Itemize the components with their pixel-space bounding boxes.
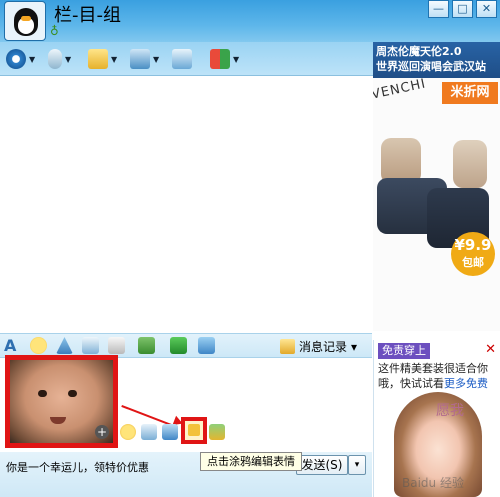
doodle-image-thumbnail[interactable]: + <box>5 355 118 448</box>
conversation-area[interactable] <box>0 77 372 332</box>
ad-overlay-text: 愿我 <box>436 403 464 419</box>
minimize-button[interactable]: — <box>428 0 449 18</box>
ad-tag: 免责穿上 <box>378 343 430 359</box>
boot-image <box>453 140 487 188</box>
image-icon[interactable] <box>138 337 155 354</box>
maximize-button[interactable]: □ <box>452 0 473 18</box>
apps-button[interactable]: ▼ <box>210 47 239 71</box>
history-icon <box>280 339 295 354</box>
doodle-icon <box>188 424 200 436</box>
chevron-down-icon: ▼ <box>111 54 118 64</box>
webcam-icon <box>6 49 26 69</box>
status-icon: ♁ <box>50 24 59 38</box>
chevron-down-icon: ▾ <box>351 339 358 354</box>
ad-tag: 米折网 <box>442 82 498 104</box>
avatar[interactable] <box>4 1 46 41</box>
send-button[interactable]: 发送(S) <box>296 455 348 475</box>
music-icon[interactable] <box>170 337 187 354</box>
share-screen-button[interactable] <box>172 47 192 71</box>
screen-icon[interactable] <box>162 424 178 440</box>
emoji-add-icon[interactable] <box>120 424 136 440</box>
chevron-down-icon: ▼ <box>233 54 240 64</box>
picture-icon[interactable] <box>209 424 225 440</box>
chevron-down-icon: ▼ <box>65 54 72 64</box>
ad-link[interactable]: 更多免费 <box>444 377 488 390</box>
voice-call-button[interactable]: ▼ <box>48 47 71 71</box>
remote-assist-button[interactable]: ▼ <box>130 47 159 71</box>
monitor-icon <box>130 49 150 69</box>
doodle-edit-button[interactable] <box>181 417 207 444</box>
ad-brand: VENCHI <box>373 78 428 103</box>
nudge-icon[interactable] <box>56 337 73 354</box>
chevron-down-icon: ▼ <box>153 54 160 64</box>
folder-icon <box>88 49 108 69</box>
send-options-button[interactable]: ▾ <box>348 455 366 475</box>
screen-share-icon <box>172 49 192 69</box>
chevron-down-icon: ▼ <box>29 54 36 64</box>
watermark: Baidu 经验 <box>402 476 464 490</box>
window-title: 栏-目-组 <box>54 5 121 26</box>
tooltip: 点击涂鸦编辑表情 <box>200 452 302 471</box>
price-badge: ¥9.9 包邮 <box>451 232 495 276</box>
voice-message-icon[interactable] <box>82 337 99 354</box>
message-history-button[interactable]: 消息记录 ▾ <box>280 337 357 356</box>
zoom-icon[interactable]: + <box>95 425 109 439</box>
apps-grid-icon <box>210 49 230 69</box>
send-file-button[interactable]: ▼ <box>88 47 117 71</box>
ad-banner-header[interactable]: 周杰伦魔天伦2.0 世界巡回演唱会武汉站 <box>373 42 500 78</box>
video-call-button[interactable]: ▼ <box>6 47 35 71</box>
promo-text[interactable]: 你是一个幸运儿，领特价优惠 <box>6 459 149 475</box>
font-icon[interactable]: A <box>4 337 21 354</box>
screenshot-icon[interactable] <box>198 337 215 354</box>
ad-banner-image[interactable]: VENCHI 米折网 ¥9.9 包邮 <box>373 78 500 331</box>
close-button[interactable]: ✕ <box>476 0 497 18</box>
save-icon[interactable] <box>141 424 157 440</box>
emoji-icon[interactable] <box>30 337 47 354</box>
edit-icon[interactable] <box>108 337 125 354</box>
close-icon[interactable]: ✕ <box>485 342 496 357</box>
title-bar: 栏-目-组 ♁ — □ ✕ <box>0 0 500 42</box>
microphone-icon <box>48 49 62 69</box>
